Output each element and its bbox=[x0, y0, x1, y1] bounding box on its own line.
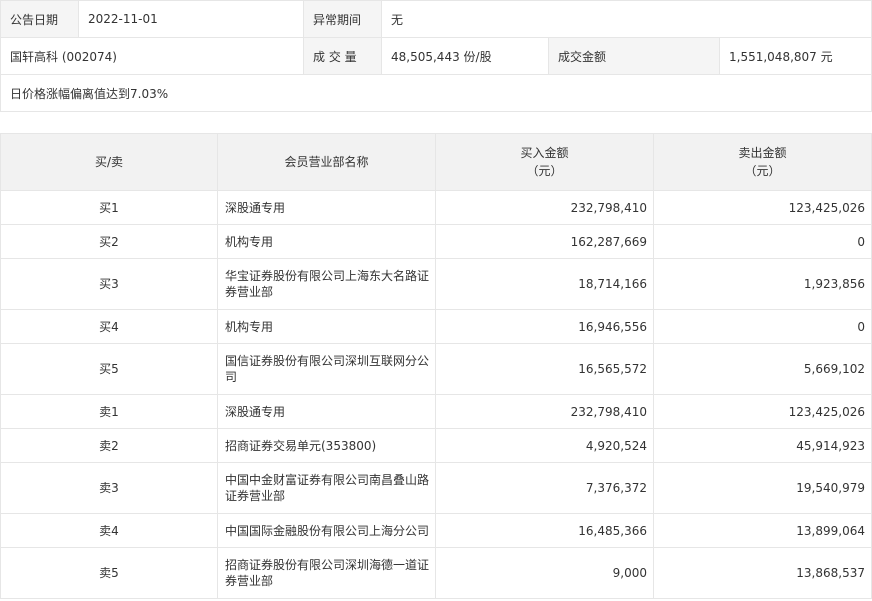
trading-seats-table: 买/卖 会员营业部名称 买入金额 （元） 卖出金额 （元） 买1 深股通专用 232… bbox=[0, 133, 872, 599]
row-sell-amount: 1,923,856 bbox=[653, 258, 872, 310]
row-side: 买2 bbox=[0, 224, 218, 259]
row-buy-amount: 232,798,410 bbox=[435, 394, 654, 429]
row-sell-amount: 0 bbox=[653, 224, 872, 259]
amount-label: 成交金额 bbox=[548, 37, 720, 75]
abnormal-reason: 日价格涨幅偏离值达到7.03% bbox=[0, 74, 872, 112]
row-dept: 华宝证券股份有限公司上海东大名路证券营业部 bbox=[217, 258, 436, 310]
row-dept: 深股通专用 bbox=[217, 394, 436, 429]
header-sell-amount: 卖出金额 （元） bbox=[653, 133, 872, 191]
row-dept: 中国中金财富证券有限公司南昌叠山路证券营业部 bbox=[217, 462, 436, 514]
row-side: 买1 bbox=[0, 190, 218, 225]
table-row: 卖1 深股通专用 232,798,410 123,425,026 bbox=[0, 394, 872, 429]
info-row-stock: 国轩高科 (002074) 成 交 量 48,505,443 份/股 成交金额 … bbox=[0, 37, 872, 75]
row-dept: 招商证券股份有限公司深圳海德一道证券营业部 bbox=[217, 547, 436, 599]
row-buy-amount: 18,714,166 bbox=[435, 258, 654, 310]
row-buy-amount: 7,376,372 bbox=[435, 462, 654, 514]
row-sell-amount: 123,425,026 bbox=[653, 394, 872, 429]
announce-date-label: 公告日期 bbox=[0, 0, 79, 38]
row-side: 买5 bbox=[0, 343, 218, 395]
header-dept: 会员营业部名称 bbox=[217, 133, 436, 191]
row-buy-amount: 162,287,669 bbox=[435, 224, 654, 259]
volume-value: 48,505,443 份/股 bbox=[381, 37, 549, 75]
table-row: 买2 机构专用 162,287,669 0 bbox=[0, 224, 872, 259]
row-dept: 深股通专用 bbox=[217, 190, 436, 225]
announce-date-value: 2022-11-01 bbox=[78, 0, 304, 38]
header-side: 买/卖 bbox=[0, 133, 218, 191]
row-sell-amount: 123,425,026 bbox=[653, 190, 872, 225]
header-sell-line2: （元） bbox=[744, 164, 781, 178]
row-sell-amount: 19,540,979 bbox=[653, 462, 872, 514]
row-side: 卖5 bbox=[0, 547, 218, 599]
info-row-date: 公告日期 2022-11-01 异常期间 无 bbox=[0, 0, 872, 38]
row-dept: 招商证券交易单元(353800) bbox=[217, 428, 436, 463]
row-sell-amount: 13,868,537 bbox=[653, 547, 872, 599]
table-header-row: 买/卖 会员营业部名称 买入金额 （元） 卖出金额 （元） bbox=[0, 133, 872, 191]
abnormal-period-label: 异常期间 bbox=[303, 0, 382, 38]
header-buy-line1: 买入金额 bbox=[520, 146, 569, 160]
stock-name: 国轩高科 (002074) bbox=[0, 37, 304, 75]
row-sell-amount: 45,914,923 bbox=[653, 428, 872, 463]
row-sell-amount: 5,669,102 bbox=[653, 343, 872, 395]
row-buy-amount: 16,946,556 bbox=[435, 309, 654, 344]
table-row: 买1 深股通专用 232,798,410 123,425,026 bbox=[0, 190, 872, 225]
row-buy-amount: 16,485,366 bbox=[435, 513, 654, 548]
row-side: 卖3 bbox=[0, 462, 218, 514]
table-row: 卖5 招商证券股份有限公司深圳海德一道证券营业部 9,000 13,868,53… bbox=[0, 547, 872, 599]
row-side: 卖2 bbox=[0, 428, 218, 463]
row-buy-amount: 16,565,572 bbox=[435, 343, 654, 395]
table-row: 买3 华宝证券股份有限公司上海东大名路证券营业部 18,714,166 1,92… bbox=[0, 258, 872, 310]
row-dept: 国信证券股份有限公司深圳互联网分公司 bbox=[217, 343, 436, 395]
row-side: 买4 bbox=[0, 309, 218, 344]
table-row: 买5 国信证券股份有限公司深圳互联网分公司 16,565,572 5,669,1… bbox=[0, 343, 872, 395]
header-sell-line1: 卖出金额 bbox=[738, 146, 787, 160]
row-side: 卖4 bbox=[0, 513, 218, 548]
amount-value: 1,551,048,807 元 bbox=[718, 37, 872, 75]
row-buy-amount: 9,000 bbox=[435, 547, 654, 599]
header-buy-amount: 买入金额 （元） bbox=[435, 133, 654, 191]
row-dept: 机构专用 bbox=[217, 309, 436, 344]
abnormal-period-value: 无 bbox=[380, 0, 872, 38]
info-row-reason: 日价格涨幅偏离值达到7.03% bbox=[0, 74, 872, 112]
table-row: 卖3 中国中金财富证券有限公司南昌叠山路证券营业部 7,376,372 19,5… bbox=[0, 462, 872, 514]
row-sell-amount: 13,899,064 bbox=[653, 513, 872, 548]
row-dept: 机构专用 bbox=[217, 224, 436, 259]
row-sell-amount: 0 bbox=[653, 309, 872, 344]
row-dept: 中国国际金融股份有限公司上海分公司 bbox=[217, 513, 436, 548]
volume-label: 成 交 量 bbox=[303, 37, 382, 75]
row-buy-amount: 232,798,410 bbox=[435, 190, 654, 225]
table-row: 卖4 中国国际金融股份有限公司上海分公司 16,485,366 13,899,0… bbox=[0, 513, 872, 548]
row-side: 卖1 bbox=[0, 394, 218, 429]
row-buy-amount: 4,920,524 bbox=[435, 428, 654, 463]
announcement-info-table: 公告日期 2022-11-01 异常期间 无 国轩高科 (002074) 成 交… bbox=[0, 0, 872, 112]
table-row: 卖2 招商证券交易单元(353800) 4,920,524 45,914,923 bbox=[0, 428, 872, 463]
table-row: 买4 机构专用 16,946,556 0 bbox=[0, 309, 872, 344]
header-buy-line2: （元） bbox=[526, 164, 563, 178]
row-side: 买3 bbox=[0, 258, 218, 310]
